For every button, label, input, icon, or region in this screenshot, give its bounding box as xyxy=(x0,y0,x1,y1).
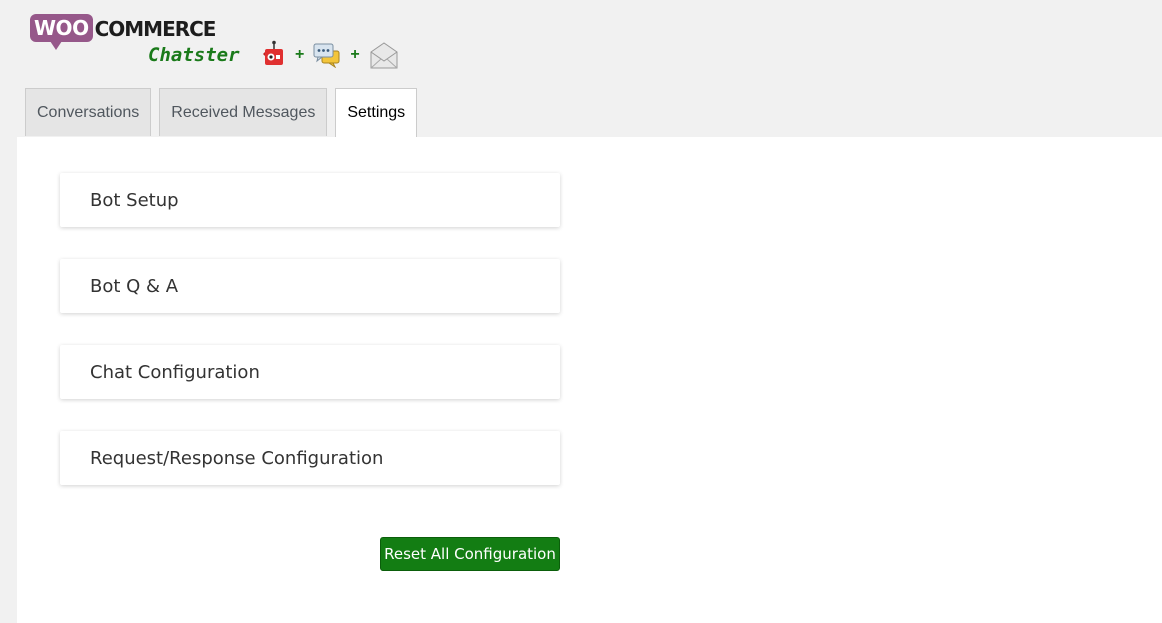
section-label: Bot Q & A xyxy=(90,275,179,297)
section-request-response-configuration[interactable]: Request/Response Configuration xyxy=(60,431,560,485)
envelope-icon xyxy=(369,40,399,70)
chat-bubbles-icon xyxy=(313,42,341,68)
section-label: Bot Setup xyxy=(90,189,179,211)
plus-separator: + xyxy=(350,46,360,63)
section-label: Request/Response Configuration xyxy=(90,447,384,469)
feature-icons: + + xyxy=(262,40,399,70)
tab-settings[interactable]: Settings xyxy=(335,88,418,137)
robot-icon xyxy=(262,40,286,70)
woo-logo-mark: WOO xyxy=(30,14,93,50)
section-label: Chat Configuration xyxy=(90,361,260,383)
settings-panel: Bot Setup Bot Q & A Chat Configuration R… xyxy=(17,137,1162,623)
plugin-subtitle: Chatster xyxy=(148,44,240,66)
tab-received-messages[interactable]: Received Messages xyxy=(159,88,328,136)
logo-commerce-text: COMMERCE xyxy=(94,17,217,41)
section-bot-setup[interactable]: Bot Setup xyxy=(60,173,560,227)
section-chat-configuration[interactable]: Chat Configuration xyxy=(60,345,560,399)
section-bot-qa[interactable]: Bot Q & A xyxy=(60,259,560,313)
settings-tabs: Conversations Received Messages Settings xyxy=(25,88,425,137)
tab-conversations[interactable]: Conversations xyxy=(25,88,152,136)
plus-separator: + xyxy=(295,46,305,63)
reset-all-configuration-button[interactable]: Reset All Configuration xyxy=(380,537,560,571)
